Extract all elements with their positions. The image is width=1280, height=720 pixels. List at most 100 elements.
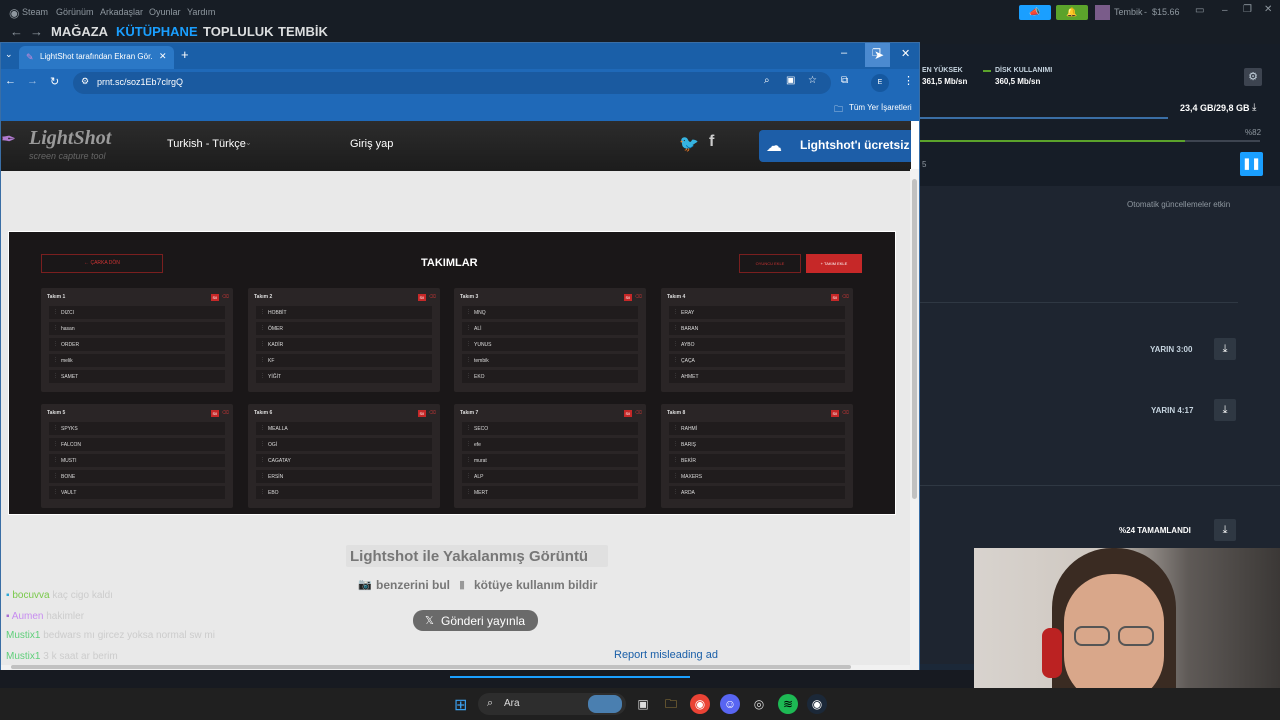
window-minimize-icon[interactable]: – xyxy=(841,47,847,59)
window-close-icon[interactable]: ✕ xyxy=(901,47,910,60)
forward-arrow-icon[interactable]: → xyxy=(30,24,43,39)
x-logo-icon: 𝕏 xyxy=(425,615,434,627)
steam-menu-view[interactable]: Görünüm xyxy=(56,7,94,17)
steam-menu-friends[interactable]: Arkadaşlar xyxy=(100,7,143,17)
complete-percent: %24 TAMAMLANDI xyxy=(1119,526,1191,535)
team-name: Takım 3 xyxy=(460,294,479,300)
chat-text: hakimler xyxy=(46,611,85,622)
reload-icon[interactable]: ↻ xyxy=(50,75,59,88)
facebook-icon[interactable]: f xyxy=(709,133,714,151)
tab-title: LightShot tarafından Ekran Gör... xyxy=(40,52,152,61)
peak-label: EN YÜKSEK xyxy=(922,67,963,74)
steam-menu-steam[interactable]: Steam xyxy=(22,7,48,17)
profile-avatar[interactable]: E xyxy=(871,74,889,92)
team-card: Takım 2 Sil⌫ HOBBİT ÖMER KADİR KF YİĞİT xyxy=(248,288,440,392)
download-button-3[interactable]: ⤓ xyxy=(1214,519,1236,541)
player-row: ERAY xyxy=(669,306,845,319)
tab-search-icon[interactable]: ⌄ xyxy=(5,49,13,60)
pause-button[interactable]: ❚❚ xyxy=(1240,152,1263,176)
monitor-icon[interactable]: ▭ xyxy=(1195,5,1204,16)
back-to-wheel-button: ← ÇARKA DÖN xyxy=(41,254,163,273)
language-select[interactable]: Turkish - Türkçe xyxy=(167,138,246,150)
steam-menu-help[interactable]: Yardım xyxy=(187,7,215,17)
delete-badge: Sil xyxy=(830,294,839,301)
scrollbar-track[interactable] xyxy=(910,169,919,709)
wallet-balance: $15.66 xyxy=(1152,7,1180,17)
avatar[interactable] xyxy=(1095,5,1110,20)
steam-taskbar-icon[interactable]: ◉ xyxy=(807,694,827,714)
download-button-1[interactable]: ⤓ xyxy=(1214,338,1236,360)
tab-close-icon[interactable]: ✕ xyxy=(159,51,167,62)
h-scrollbar-thumb[interactable] xyxy=(11,665,851,669)
download-promo-button[interactable]: ☁ Lightshot'ı ücretsiz xyxy=(759,130,911,162)
discord-icon[interactable]: ☺ xyxy=(720,694,740,714)
omnibox[interactable]: ⚙ prnt.sc/soz1Eb7clrgQ ⌕ ▣ ☆ xyxy=(73,72,831,94)
chat-user: Aumen xyxy=(11,611,44,622)
taskbar-search[interactable]: ⌕ Ara xyxy=(478,693,626,715)
report-abuse-link[interactable]: kötüye kullanım bildir xyxy=(474,578,597,592)
nav-profile[interactable]: TEMBİK xyxy=(278,24,328,39)
obs-icon[interactable]: ◎ xyxy=(749,694,769,714)
post-button[interactable]: 𝕏 Gönderi yayınla xyxy=(413,610,538,631)
login-link[interactable]: Giriş yap xyxy=(350,138,393,150)
all-bookmarks[interactable]: Tüm Yer İşaretleri xyxy=(849,103,912,112)
menu-dots-icon[interactable]: ⋮ xyxy=(903,74,914,87)
site-info-icon[interactable]: ⚙ xyxy=(81,76,89,87)
glasses-left xyxy=(1074,626,1110,646)
announce-button[interactable]: 📣 xyxy=(1019,5,1051,20)
nav-store[interactable]: MAĞAZA xyxy=(51,24,108,39)
player-row: KF xyxy=(256,354,432,367)
maximize-icon[interactable]: ❐ xyxy=(1243,4,1252,15)
tab-lightshot[interactable]: ✎ LightShot tarafından Ekran Gör... ✕ xyxy=(19,46,174,69)
trash-icon: ⌫ xyxy=(634,294,642,300)
file-explorer-icon[interactable]: 🗀 xyxy=(661,694,681,714)
find-similar-link[interactable]: benzerini bul xyxy=(376,578,450,592)
lightshot-header: ✒ LightShot screen capture tool Turkish … xyxy=(1,121,911,171)
install-icon[interactable]: ▣ xyxy=(786,75,795,86)
task-view-icon[interactable]: ▣ xyxy=(633,694,653,714)
new-tab-icon[interactable]: + xyxy=(181,47,189,62)
delete-badge: Sil xyxy=(210,410,219,417)
feather-logo-icon: ✒ xyxy=(1,129,17,149)
spotify-icon[interactable]: ≋ xyxy=(778,694,798,714)
screenshot-image[interactable]: ← ÇARKA DÖN TAKIMLAR OYUNCU EKLE + TAKIM… xyxy=(8,231,896,515)
player-row: MUSTI xyxy=(49,454,225,467)
forward-icon[interactable]: → xyxy=(27,75,38,87)
settings-button[interactable]: ⚙ xyxy=(1244,68,1262,86)
player-row: EBO xyxy=(256,486,432,499)
nav-library[interactable]: KÜTÜPHANE xyxy=(116,24,198,39)
player-row: BEKİR xyxy=(669,454,845,467)
player-row: SPYKS xyxy=(49,422,225,435)
scrollbar-thumb[interactable] xyxy=(912,179,917,499)
extensions-icon[interactable]: ⧉ xyxy=(841,75,848,86)
bookmark-star-icon[interactable]: ☆ xyxy=(808,75,817,86)
player-row: MNQ xyxy=(462,306,638,319)
chat-badge-icon: ▪ xyxy=(6,590,10,601)
player-row: DIZCI xyxy=(49,306,225,319)
url-text[interactable]: prnt.sc/soz1Eb7clrgQ xyxy=(97,77,183,87)
report-ad-link[interactable]: Report misleading ad xyxy=(614,649,718,661)
zoom-icon[interactable]: ⌕ xyxy=(764,75,770,86)
back-icon[interactable]: ← xyxy=(5,75,16,87)
download-button-2[interactable]: ⤓ xyxy=(1214,399,1236,421)
nav-community[interactable]: TOPLULUK xyxy=(203,24,274,39)
chat-message: ▪ bocuvva kaç cigo kaldı xyxy=(6,590,113,601)
team-name: Takım 5 xyxy=(47,410,66,416)
player-row: KADİR xyxy=(256,338,432,351)
search-highlight-image xyxy=(588,695,622,713)
lightshot-logo[interactable]: LightShot xyxy=(29,127,111,150)
logo-subtitle: screen capture tool xyxy=(29,151,106,161)
back-arrow-icon[interactable]: ← xyxy=(10,24,23,39)
close-icon[interactable]: ✕ xyxy=(1264,4,1272,15)
notifications-button[interactable]: 🔔 xyxy=(1056,5,1088,20)
twitter-icon[interactable]: 🐦 xyxy=(679,134,699,154)
minimize-icon[interactable]: – xyxy=(1222,5,1228,16)
player-row: BARAN xyxy=(669,322,845,335)
chrome-icon[interactable]: ◉ xyxy=(690,694,710,714)
trash-icon: ⌫ xyxy=(841,410,849,416)
username[interactable]: Tembik xyxy=(1114,7,1143,17)
windows-start-icon[interactable]: ⊞ xyxy=(454,695,467,715)
steam-menu-games[interactable]: Oyunlar xyxy=(149,7,181,17)
delete-badge: Sil xyxy=(417,410,426,417)
steam-logo-icon: ◉ xyxy=(9,6,20,20)
